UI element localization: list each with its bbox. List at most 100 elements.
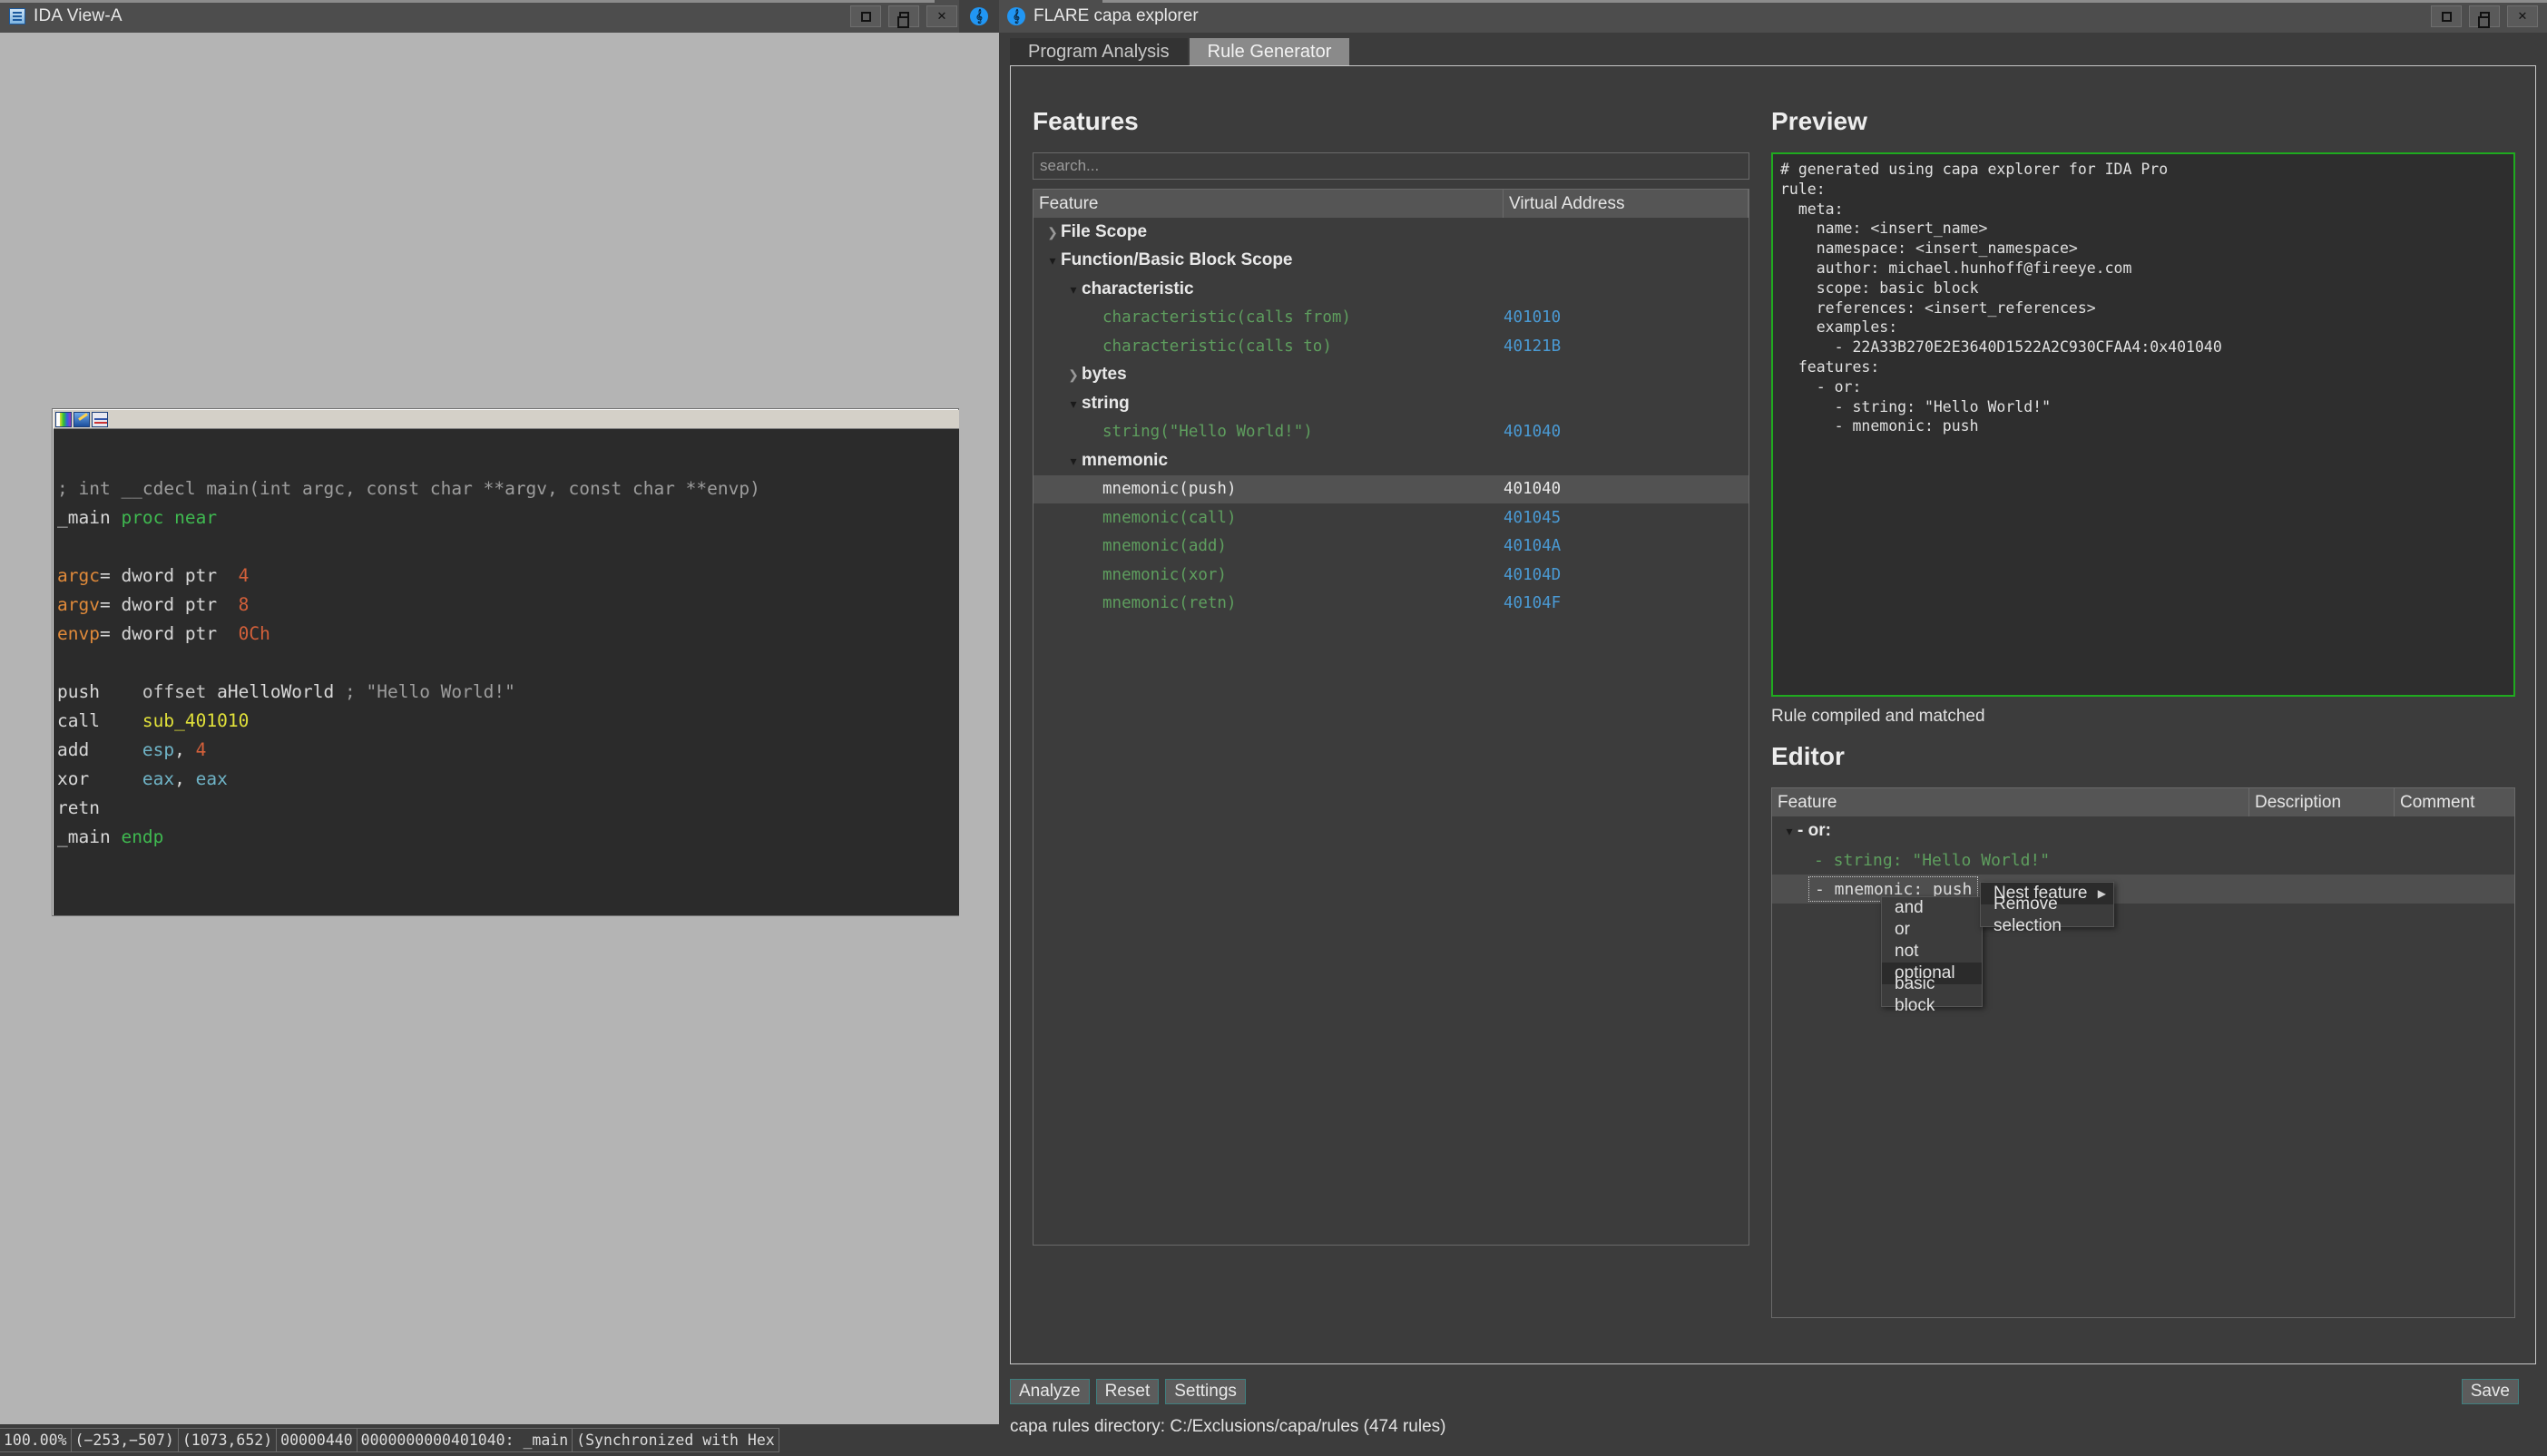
column-header-virtual-address: Virtual Address (1504, 190, 1749, 218)
editor-leaf-label: - string: "Hello World!" (1814, 851, 2050, 870)
editor-row[interactable]: ▾- or: (1772, 816, 2514, 845)
chevron-down-icon[interactable]: ▾ (1065, 454, 1082, 467)
feature-virtual-address: 40104D (1504, 566, 1561, 584)
restore-icon[interactable] (2469, 5, 2500, 27)
preview-rule-text[interactable]: # generated using capa explorer for IDA … (1771, 152, 2515, 697)
ida-titlebar: IDA View-A ✕ 𝄞 (0, 0, 999, 33)
ida-document-icon (9, 8, 25, 24)
chevron-right-icon[interactable]: ❯ (1044, 226, 1061, 239)
feature-virtual-address: 40121B (1504, 337, 1561, 356)
column-header-description: Description (2249, 788, 2395, 816)
status-zoom: 100.00% (0, 1428, 72, 1452)
feature-row-label-cell: mnemonic(add) (1033, 537, 1504, 555)
flare-logo-icon: 𝄞 (1007, 7, 1025, 25)
status-sync: (Synchronized with Hex (572, 1428, 779, 1452)
feature-row-label-cell: mnemonic(retn) (1033, 594, 1504, 612)
feature-leaf-label: characteristic(calls from) (1102, 308, 1351, 327)
feature-virtual-address: 40104F (1504, 594, 1561, 612)
submenu-item-and[interactable]: and (1882, 897, 1982, 919)
editor-row[interactable]: - string: "Hello World!" (1772, 845, 2514, 875)
feature-virtual-address: 401010 (1504, 308, 1561, 327)
feature-leaf-label: mnemonic(call) (1102, 509, 1237, 527)
feature-node-label: characteristic (1082, 279, 1194, 299)
feature-node-label: bytes (1082, 365, 1127, 385)
chevron-down-icon[interactable]: ▾ (1044, 254, 1061, 267)
editor-context-menu[interactable]: Nest feature▶Remove selection (1980, 882, 2114, 927)
feature-node-label: string (1082, 394, 1130, 414)
feature-row[interactable]: characteristic(calls to)40121B (1033, 332, 1749, 361)
feature-row[interactable]: mnemonic(retn) 40104F (1033, 590, 1749, 619)
tab-program-analysis[interactable]: Program Analysis (1010, 38, 1188, 65)
features-tree[interactable]: Feature Virtual Address ❯File Scope▾Func… (1033, 189, 1749, 1246)
save-button[interactable]: Save (2462, 1379, 2519, 1404)
feature-row-label-cell: ▾Function/Basic Block Scope (1033, 250, 1504, 270)
feature-virtual-address: 401040 (1504, 423, 1561, 441)
graph-icon[interactable] (92, 412, 108, 427)
feature-row-label-cell: characteristic(calls to) (1033, 337, 1504, 356)
feature-row-label-cell: string("Hello World!") (1033, 423, 1504, 441)
reset-button[interactable]: Reset (1096, 1379, 1160, 1404)
bottom-buttons: Analyze Reset Settings (1010, 1379, 2536, 1404)
flare-capa-explorer-window: 𝄞 FLARE capa explorer ✕ Program Analysis… (999, 0, 2547, 1456)
pencil-icon[interactable] (73, 412, 90, 427)
analyze-button[interactable]: Analyze (1010, 1379, 1090, 1404)
preview-heading: Preview (1771, 107, 2515, 136)
maximize-icon[interactable] (2431, 5, 2462, 27)
feature-row[interactable]: ❯bytes (1033, 361, 1749, 390)
feature-row[interactable]: mnemonic(push)401040 (1033, 475, 1749, 504)
feature-node-label: mnemonic (1082, 451, 1168, 471)
flare-titlebar-accent-strip (1102, 0, 2547, 3)
feature-row[interactable]: string("Hello World!")401040 (1033, 418, 1749, 447)
restore-icon[interactable] (888, 5, 919, 27)
search-input[interactable] (1033, 152, 1749, 180)
nest-feature-submenu[interactable]: andornotoptionalbasic block (1881, 896, 1983, 1007)
chevron-down-icon[interactable]: ▾ (1065, 397, 1082, 410)
feature-row-label-cell: mnemonic(xor) (1033, 566, 1504, 584)
column-header-feature: Feature (1033, 190, 1504, 218)
rule-generator-pane: Features Feature Virtual Address ❯File S… (1010, 65, 2536, 1364)
features-panel: Features Feature Virtual Address ❯File S… (1033, 107, 1749, 1246)
bottom-toolbar: Analyze Reset Settings capa rules direct… (1010, 1379, 2536, 1451)
flare-window-title: FLARE capa explorer (1033, 6, 1199, 26)
maximize-icon[interactable] (850, 5, 881, 27)
menu-item-label: Remove selection (1994, 894, 2106, 937)
submenu-item-basic-block[interactable]: basic block (1882, 984, 1982, 1006)
submenu-item-or[interactable]: or (1882, 919, 1982, 941)
menu-item-label: basic block (1895, 973, 1974, 1017)
palette-icon[interactable] (55, 412, 72, 427)
feature-row[interactable]: mnemonic(xor)40104D (1033, 561, 1749, 590)
feature-row[interactable]: mnemonic(call)401045 (1033, 503, 1749, 533)
feature-row[interactable]: ❯File Scope (1033, 218, 1749, 247)
ida-window-buttons: ✕ (843, 5, 957, 27)
feature-row[interactable]: ▾mnemonic (1033, 446, 1749, 475)
feature-row-label-cell: ❯File Scope (1033, 222, 1504, 242)
feature-row[interactable]: ▾string (1033, 389, 1749, 418)
submenu-item-not[interactable]: not (1882, 941, 1982, 963)
menu-item-remove-selection[interactable]: Remove selection (1981, 904, 2113, 926)
feature-row[interactable]: characteristic(calls from) 401010 (1033, 304, 1749, 333)
chevron-down-icon[interactable]: ▾ (1065, 283, 1082, 296)
disassembly-text[interactable]: ; int __cdecl main(int argc, const char … (54, 429, 959, 915)
close-icon[interactable]: ✕ (2507, 5, 2538, 27)
features-heading: Features (1033, 107, 1749, 136)
feature-row-label-cell: ▾characteristic (1033, 279, 1504, 299)
tab-rule-generator[interactable]: Rule Generator (1190, 38, 1350, 65)
flare-glyph: 𝄞 (1007, 7, 1025, 25)
features-tree-header: Feature Virtual Address (1033, 190, 1749, 218)
rules-directory-status: capa rules directory: C:/Exclusions/capa… (1010, 1417, 2536, 1437)
editor-tree[interactable]: Feature Description Comment ▾- or:- stri… (1771, 787, 2515, 1318)
feature-row-label-cell: mnemonic(call) (1033, 509, 1504, 527)
feature-row[interactable]: mnemonic(add)40104A (1033, 533, 1749, 562)
editor-row-feature-cell: - string: "Hello World!" (1772, 851, 2249, 870)
editor-node-label: - or: (1798, 821, 1831, 841)
close-icon[interactable]: ✕ (926, 5, 957, 27)
chevron-right-icon[interactable]: ❯ (1065, 368, 1082, 381)
feature-row[interactable]: ▾Function/Basic Block Scope (1033, 247, 1749, 276)
feature-row-label-cell: ▾mnemonic (1033, 451, 1504, 471)
settings-button[interactable]: Settings (1165, 1379, 1246, 1404)
chevron-down-icon[interactable]: ▾ (1781, 825, 1798, 837)
feature-row[interactable]: ▾characteristic (1033, 275, 1749, 304)
feature-node-label: Function/Basic Block Scope (1061, 250, 1293, 270)
ida-statusbar: 100.00% (−253,−507) (1073,652) 00000440 … (0, 1424, 999, 1456)
feature-leaf-label: mnemonic(retn) (1102, 594, 1237, 612)
